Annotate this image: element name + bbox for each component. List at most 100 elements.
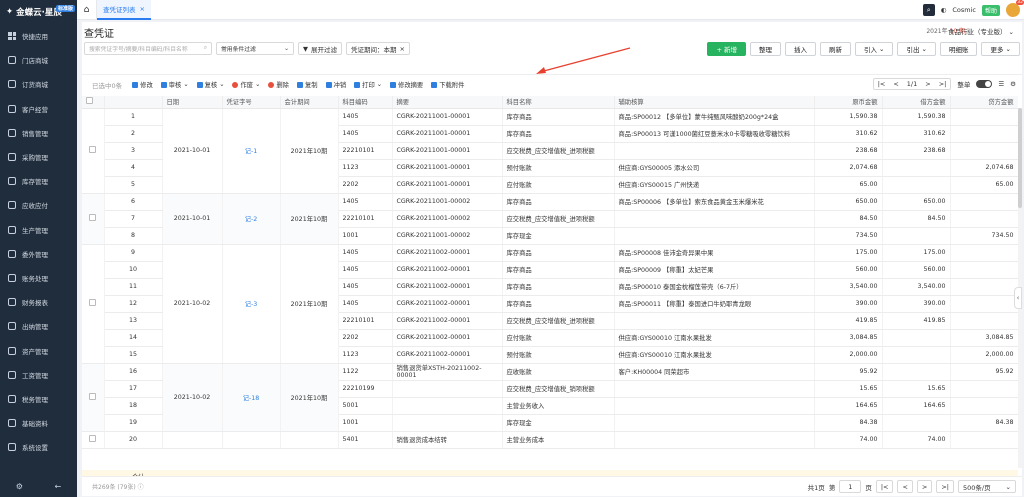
prev-page-icon[interactable]: < bbox=[893, 80, 898, 88]
sidebar-item[interactable]: 快捷应用 bbox=[0, 24, 77, 48]
prev-page-button[interactable]: < bbox=[897, 480, 913, 493]
page-number-input[interactable]: 1 bbox=[839, 480, 862, 493]
void-button[interactable]: 作废 ⌄ bbox=[232, 80, 260, 89]
table-row[interactable]: 1 2021-10-01 记-1 2021年10期 1405 CGRK-20211001-… bbox=[82, 108, 1018, 194]
home-icon[interactable]: ⌂ bbox=[77, 0, 97, 20]
next-page-button[interactable]: > bbox=[916, 480, 933, 493]
row-number: 19 bbox=[104, 414, 163, 432]
original-amount: 238.68 bbox=[814, 142, 883, 160]
sidebar-item[interactable]: 基础资料 bbox=[0, 411, 77, 435]
sidebar-item[interactable]: 委外管理 bbox=[0, 242, 77, 266]
chip-close-icon[interactable]: × bbox=[400, 45, 405, 53]
insert-button[interactable]: 插入 bbox=[784, 42, 816, 56]
last-page-icon[interactable]: >| bbox=[939, 80, 947, 88]
sidebar-bottom: ⚙ ← bbox=[0, 475, 77, 497]
table-row[interactable]: 20 5401 销售退货成本结转 主营业务成本 74.00 74.00 bbox=[82, 431, 1018, 449]
sidebar-item[interactable]: 出纳管理 bbox=[0, 314, 77, 338]
tidy-button[interactable]: 整理 bbox=[749, 42, 781, 56]
download-attachment-button[interactable]: 下载附件 bbox=[431, 80, 464, 89]
table-row[interactable]: 16 2021-10-02 记-18 2021年10期 1122 销售退货单XSTH-20… bbox=[82, 363, 1018, 432]
search-icon[interactable]: ⌕ bbox=[922, 4, 935, 16]
row-select-cell[interactable] bbox=[82, 244, 105, 364]
condition-select[interactable]: 常用条件过滤 ⌄ bbox=[216, 42, 294, 55]
info-icon[interactable]: ⓘ bbox=[138, 484, 144, 491]
auxiliary-accounting: 商品:SP00010 泰国金枕榴莲带壳（6-7斤） bbox=[614, 278, 815, 296]
sidebar-item[interactable]: 采购管理 bbox=[0, 145, 77, 169]
column-header[interactable] bbox=[82, 96, 105, 109]
sidebar-item[interactable]: 生产管理 bbox=[0, 218, 77, 242]
voucher-number-link[interactable]: 记-1 bbox=[222, 108, 281, 194]
sidebar-item[interactable]: 工资管理 bbox=[0, 363, 77, 387]
voucher-number-link[interactable] bbox=[222, 431, 281, 449]
edit-summary-button[interactable]: 修改摘要 bbox=[390, 80, 423, 89]
table-row[interactable]: 6 2021-10-01 记-2 2021年10期 1405 CGRK-20211001-… bbox=[82, 193, 1018, 245]
auxiliary-accounting: 供应商:GYS00015 广州快递 bbox=[614, 176, 815, 194]
audit-button[interactable]: 审核 ⌄ bbox=[160, 80, 189, 89]
export-button[interactable]: 引出 ⌄ bbox=[897, 42, 936, 56]
settings-icon[interactable]: ⚙ bbox=[16, 482, 23, 491]
sidebar-item[interactable]: 财务报表 bbox=[0, 290, 77, 314]
help-button[interactable]: 帮助 bbox=[981, 4, 1000, 16]
auxiliary-accounting bbox=[614, 210, 815, 228]
sidebar-item[interactable]: 客户经营 bbox=[0, 97, 77, 121]
tab-voucher-list[interactable]: 查凭证列表 × bbox=[97, 0, 151, 20]
row-select-cell[interactable] bbox=[82, 108, 105, 194]
page-size-select[interactable]: 500条/页 ⌄ bbox=[958, 480, 1016, 493]
period-filter-chip[interactable]: 凭证期间：本期 × bbox=[346, 42, 410, 55]
sidebar-item[interactable]: 应收应付 bbox=[0, 193, 77, 217]
copy-button[interactable]: 复制 bbox=[296, 80, 318, 89]
import-button[interactable]: 引入 ⌄ bbox=[854, 42, 894, 56]
reverse-button[interactable]: 冲销 bbox=[325, 80, 346, 89]
row-checkbox[interactable] bbox=[89, 392, 97, 400]
row-checkbox[interactable] bbox=[89, 299, 97, 306]
side-panel-handle[interactable]: ‹ bbox=[1014, 287, 1022, 309]
industry-select[interactable]: 食品行业（专业版） ⌄ bbox=[948, 26, 1014, 36]
recheck-button[interactable]: 复核 ⌄ bbox=[196, 80, 224, 89]
more-button[interactable]: 更多 ⌄ bbox=[981, 42, 1020, 56]
sidebar-item[interactable]: 资产管理 bbox=[0, 338, 77, 362]
search-icon[interactable]: ⌕ bbox=[204, 45, 207, 52]
refresh-button[interactable]: 刷新 bbox=[819, 42, 851, 56]
row-select-cell[interactable] bbox=[82, 363, 105, 432]
page-total: 共1页 bbox=[807, 483, 825, 492]
search-input[interactable]: 搜索凭证字号/摘要/科目编码/科目名称 ⌕ bbox=[84, 42, 212, 55]
collapse-arrow-icon[interactable]: ← bbox=[55, 482, 62, 491]
ledger-button[interactable]: 明细账 bbox=[939, 42, 978, 56]
row-select-cell[interactable] bbox=[82, 193, 105, 245]
row-checkbox[interactable] bbox=[89, 435, 97, 442]
delete-button[interactable]: 删除 bbox=[268, 80, 289, 89]
sidebar-item[interactable]: 账务处理 bbox=[0, 266, 77, 290]
settings-icon[interactable]: ⚙ bbox=[1010, 80, 1016, 88]
table-row[interactable]: 9 2021-10-02 记-3 2021年10期 1405 CGRK-20211002-… bbox=[82, 244, 1018, 364]
sidebar-item[interactable]: 库存管理 bbox=[0, 169, 77, 193]
expand-filter-button[interactable]: ▼ 展开过滤 bbox=[298, 42, 342, 55]
list-view-icon[interactable]: ☰ bbox=[998, 80, 1004, 88]
sidebar-item[interactable]: 订货商城 bbox=[0, 72, 77, 96]
select-all-checkbox[interactable] bbox=[86, 97, 93, 105]
row-checkbox[interactable] bbox=[89, 214, 97, 221]
tab-close-icon[interactable]: × bbox=[140, 5, 145, 13]
vertical-scroll-thumb[interactable] bbox=[1018, 108, 1022, 208]
first-page-icon[interactable]: |< bbox=[878, 80, 886, 88]
user-name[interactable]: Cosmic bbox=[952, 6, 976, 14]
sidebar-item[interactable]: 税务管理 bbox=[0, 387, 77, 411]
sidebar-item[interactable]: 系统设置 bbox=[0, 435, 77, 459]
edit-button[interactable]: 修改 bbox=[132, 80, 153, 89]
print-button[interactable]: 打印 ⌄ bbox=[354, 80, 382, 89]
avatar[interactable]: 32 bbox=[1006, 0, 1024, 17]
last-page-button[interactable]: >| bbox=[936, 480, 954, 493]
whole-voucher-toggle[interactable] bbox=[976, 80, 993, 88]
sidebar-item[interactable]: 门店商城 bbox=[0, 48, 77, 72]
voucher-number-link[interactable]: 记-3 bbox=[222, 244, 281, 364]
original-amount: 74.00 bbox=[814, 431, 883, 449]
voucher-number-link[interactable]: 记-2 bbox=[222, 193, 281, 245]
voucher-number-link[interactable]: 记-18 bbox=[222, 363, 281, 432]
next-page-icon[interactable]: > bbox=[925, 80, 930, 88]
row-checkbox[interactable] bbox=[89, 146, 97, 153]
first-page-button[interactable]: |< bbox=[875, 480, 894, 493]
row-select-cell[interactable] bbox=[82, 431, 105, 449]
original-amount: 65.00 bbox=[814, 176, 883, 194]
add-button[interactable]: + 新增 bbox=[707, 42, 746, 56]
sidebar-item[interactable]: 销售管理 bbox=[0, 121, 77, 145]
page-navigator[interactable]: |< < 1/1 > >| bbox=[872, 78, 952, 90]
